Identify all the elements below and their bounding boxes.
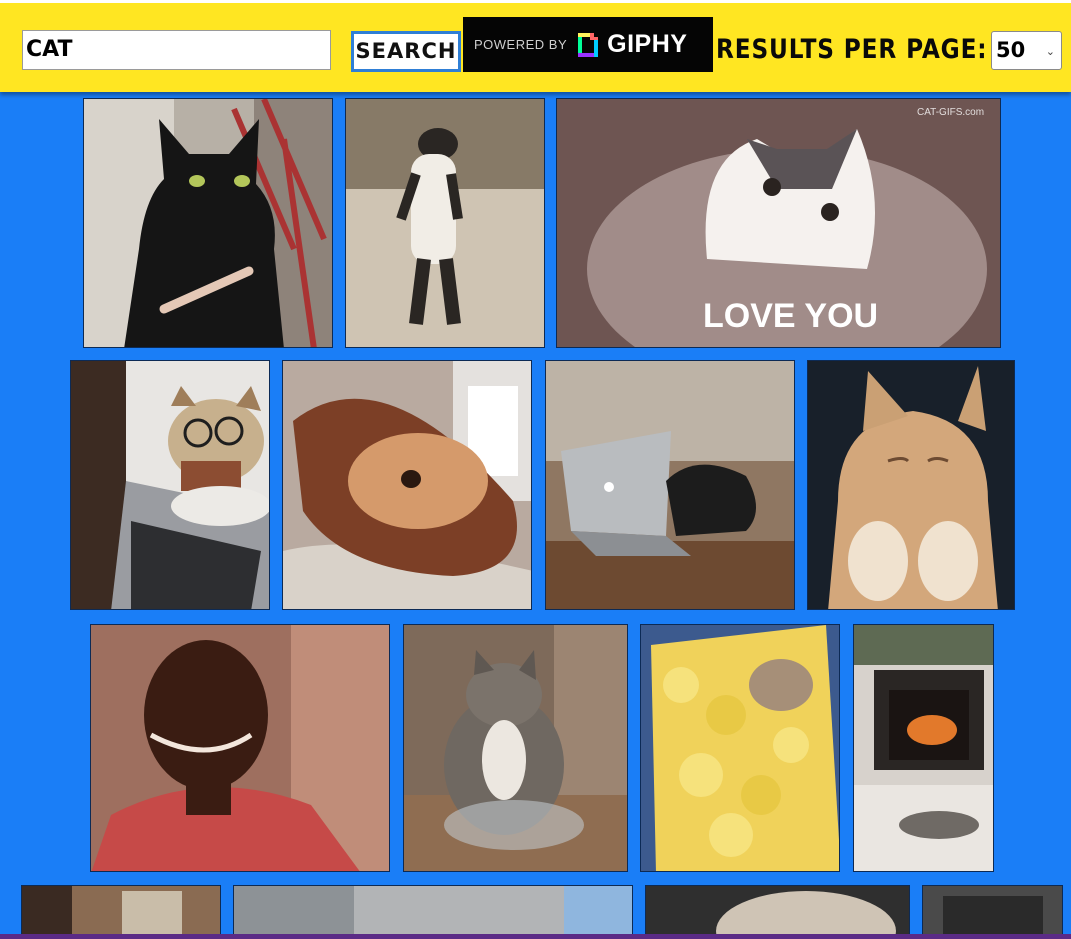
gif-tile-black-cat-nail-file[interactable]: [83, 98, 333, 348]
giphy-wordmark: GIPHY: [607, 30, 688, 58]
gif-tile-cat-typing-laptop[interactable]: [545, 360, 795, 610]
gif-tile-cat-love-you[interactable]: LOVE YOU CAT-GIFS.com: [556, 98, 1001, 348]
search-input[interactable]: CAT: [22, 30, 331, 70]
gif-tile-cat-in-bowl[interactable]: [403, 624, 628, 872]
bottom-scroll-edge: [0, 934, 1071, 939]
gif-tile-row4-2[interactable]: [233, 885, 633, 939]
gif-tile-row4-4[interactable]: [922, 885, 1063, 939]
chevron-down-icon: ⌄: [1045, 45, 1055, 58]
gif-tile-cat-glasses-laptop[interactable]: [70, 360, 270, 610]
gif-watermark: CAT-GIFS.com: [917, 107, 985, 118]
gif-tile-row4-1[interactable]: [21, 885, 221, 939]
powered-by-giphy-badge[interactable]: POWERED BY GIPHY: [463, 17, 713, 72]
gif-tile-cat-walking-upright[interactable]: [345, 98, 545, 348]
results-per-page-value: 50: [996, 38, 1026, 62]
gif-tile-row4-3[interactable]: [645, 885, 910, 939]
search-button[interactable]: SEARCH: [351, 31, 461, 72]
gif-tile-cat-in-slipper[interactable]: [282, 360, 532, 610]
search-header: CAT SEARCH POWERED BY GIPHY RESULTS PER …: [0, 0, 1071, 92]
results-per-page-select[interactable]: 50 ⌄: [991, 31, 1062, 70]
powered-by-label: POWERED BY: [474, 37, 568, 52]
gif-caption: LOVE YOU: [703, 297, 879, 335]
giphy-logo-icon: [578, 32, 599, 57]
results-per-page-label: RESULTS PER PAGE:: [716, 34, 988, 65]
gif-tile-cat-by-fireplace[interactable]: [853, 624, 994, 872]
gif-tile-man-nodding[interactable]: [90, 624, 390, 872]
gif-tile-kitten-clapping[interactable]: [807, 360, 1015, 610]
gif-tile-kitten-in-chicks[interactable]: [640, 624, 840, 872]
